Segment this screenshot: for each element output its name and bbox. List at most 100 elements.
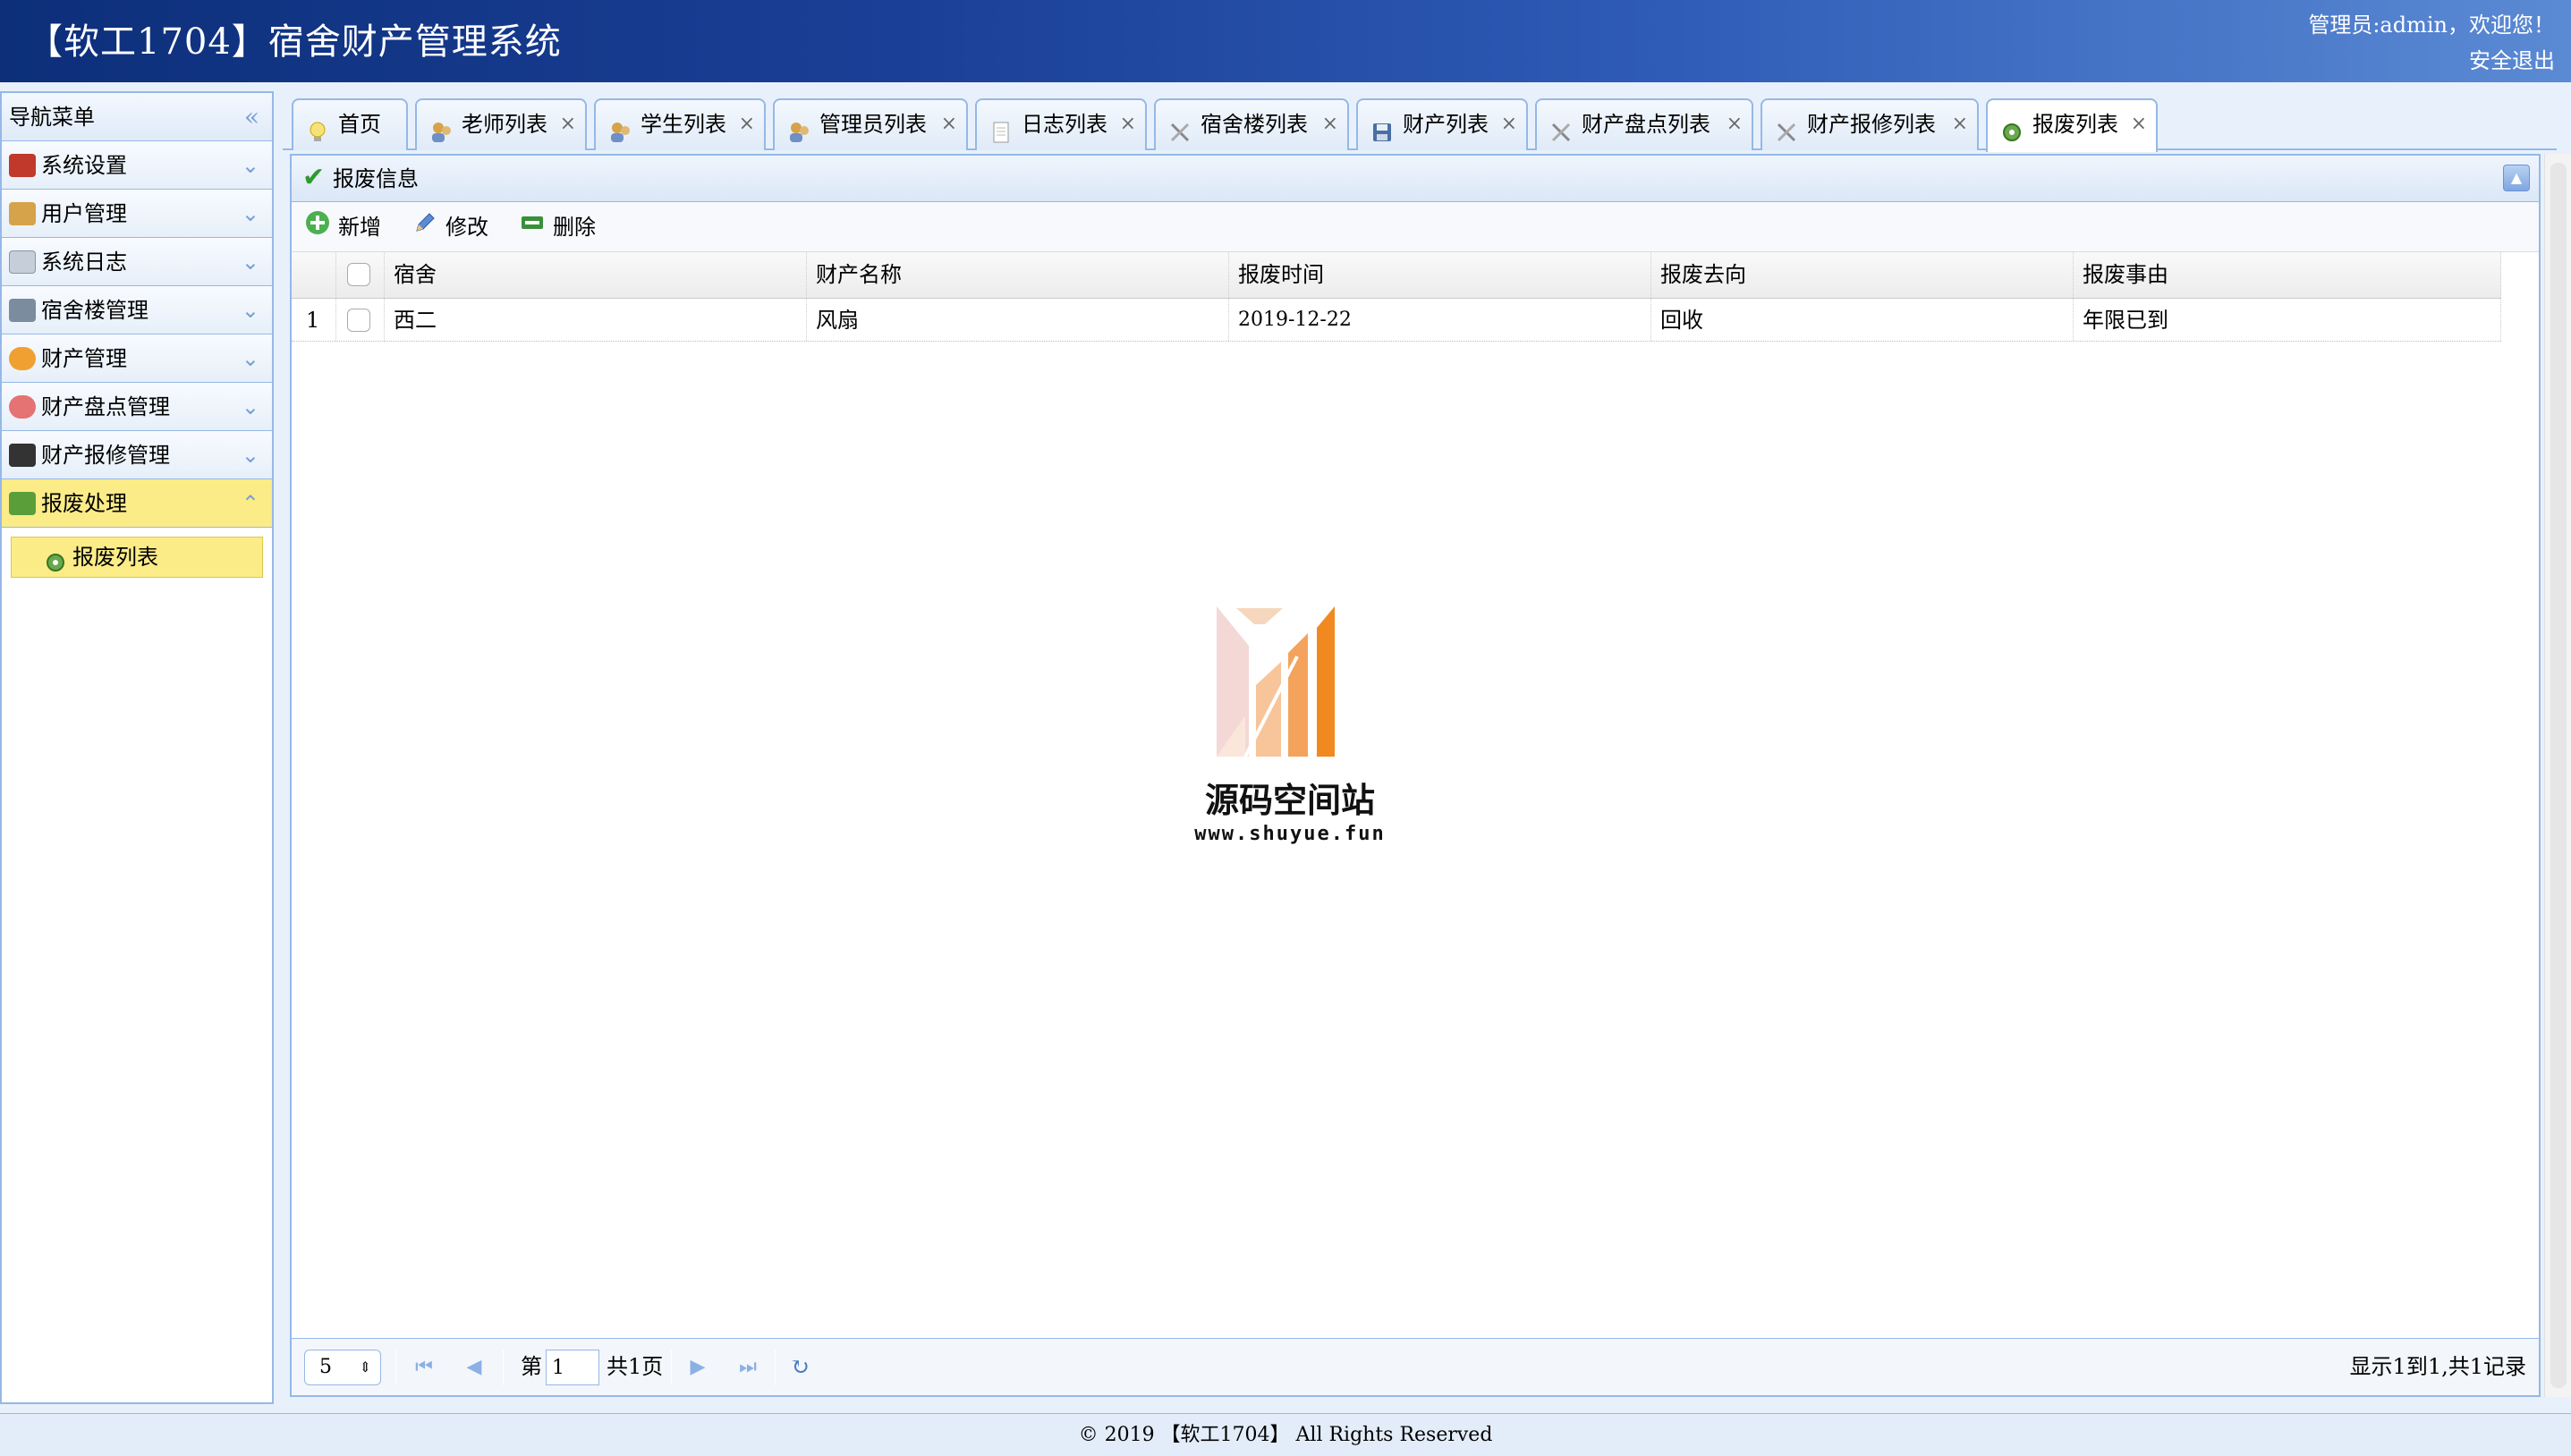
cell-scrap-direction: 回收 xyxy=(1651,299,2074,341)
check-icon: ✔ xyxy=(302,162,326,193)
cell-scrap-time: 2019-12-22 xyxy=(1229,299,1651,341)
table-row[interactable]: 1 西二 风扇 2019-12-22 回收 年限已到 xyxy=(292,299,2501,342)
sidebar-subitem-label: 报废列表 xyxy=(72,545,158,570)
scrollbar-thumb[interactable] xyxy=(2550,163,2567,1388)
close-icon[interactable]: × xyxy=(560,100,576,148)
tab-log-list[interactable]: 日志列表 × xyxy=(975,98,1147,150)
sidebar-header: 导航菜单 « xyxy=(2,93,272,141)
tab-label: 日志列表 xyxy=(1022,112,1107,137)
page-number-input[interactable] xyxy=(546,1350,599,1385)
sidebar-item-repair-management[interactable]: 财产报修管理 ⌄ xyxy=(2,431,272,479)
close-icon[interactable]: × xyxy=(739,100,755,148)
tools-icon xyxy=(1775,113,1798,142)
record-summary: 显示1到1,共1记录 xyxy=(2349,1354,2526,1379)
close-icon[interactable]: × xyxy=(1952,100,1968,148)
close-icon[interactable]: × xyxy=(1727,100,1743,148)
close-icon[interactable]: × xyxy=(941,100,957,148)
first-page-button[interactable]: ⏮ xyxy=(412,1355,437,1380)
users-icon xyxy=(429,113,453,142)
tab-property-list[interactable]: 财产列表 × xyxy=(1356,98,1528,150)
sidebar-item-inventory-management[interactable]: 财产盘点管理 ⌄ xyxy=(2,383,272,431)
column-header-scrap-reason[interactable]: 报废事由 xyxy=(2074,252,2501,298)
pager-separator xyxy=(671,1350,672,1385)
panel-collapse-button[interactable]: ▲ xyxy=(2503,165,2530,191)
edit-button[interactable]: 修改 xyxy=(412,202,488,252)
page-prefix: 第 xyxy=(521,1354,542,1379)
sidebar-item-building-management[interactable]: 宿舍楼管理 ⌄ xyxy=(2,286,272,334)
select-all-checkbox[interactable] xyxy=(347,262,370,286)
column-header-dorm[interactable]: 宿舍 xyxy=(385,252,807,298)
tab-repair-list[interactable]: 财产报修列表 × xyxy=(1761,98,1979,150)
scrap-panel: ✔ 报废信息 ▲ 新增 修改 删除 宿舍 财产名称 报废时间 报废去向 报废事由… xyxy=(290,154,2541,1397)
close-icon[interactable]: × xyxy=(2131,100,2147,148)
sidebar-item-user-management[interactable]: 用户管理 ⌄ xyxy=(2,190,272,238)
table-header: 宿舍 财产名称 报废时间 报废去向 报废事由 xyxy=(292,252,2501,299)
pager-separator xyxy=(503,1350,504,1385)
select-all-checkbox-cell xyxy=(336,252,385,298)
panel-title: 报废信息 xyxy=(333,166,419,191)
close-icon[interactable]: × xyxy=(1120,100,1136,148)
users-icon xyxy=(608,113,632,142)
chevron-down-icon: ⌄ xyxy=(241,201,259,226)
last-page-button[interactable]: ⏭ xyxy=(735,1355,760,1380)
chevron-down-icon: ⌄ xyxy=(241,443,259,468)
scrap-table: 宿舍 财产名称 报废时间 报废去向 报废事由 1 西二 风扇 2019-12-2… xyxy=(292,252,2501,342)
cell-property-name: 风扇 xyxy=(807,299,1229,341)
sidebar-title: 导航菜单 xyxy=(9,105,95,130)
chevron-down-icon: ⌄ xyxy=(241,250,259,275)
tab-inventory-list[interactable]: 财产盘点列表 × xyxy=(1535,98,1753,150)
column-header-property-name[interactable]: 财产名称 xyxy=(807,252,1229,298)
pager-separator xyxy=(395,1350,396,1385)
add-icon xyxy=(304,204,331,254)
sidebar-item-label: 财产报修管理 xyxy=(41,443,170,468)
tab-label: 财产盘点列表 xyxy=(1582,112,1710,137)
toolbar: 新增 修改 删除 xyxy=(292,202,2539,252)
refresh-icon[interactable]: ↻ xyxy=(787,1355,812,1380)
tab-label: 学生列表 xyxy=(641,112,726,137)
delete-icon xyxy=(519,204,546,254)
sidebar-item-label: 系统日志 xyxy=(41,250,127,275)
tab-building-list[interactable]: 宿舍楼列表 × xyxy=(1154,98,1349,150)
footer: © 2019 【软工1704】 All Rights Reserved xyxy=(0,1413,2571,1456)
chevron-up-icon: ⌃ xyxy=(241,491,259,516)
tab-admin-list[interactable]: 管理员列表 × xyxy=(773,98,968,150)
vertical-scrollbar[interactable] xyxy=(2544,154,2571,1397)
column-header-scrap-time[interactable]: 报废时间 xyxy=(1229,252,1651,298)
tab-home[interactable]: 首页 xyxy=(292,98,408,150)
chevron-down-icon: ⌄ xyxy=(241,394,259,419)
delete-button[interactable]: 删除 xyxy=(519,202,596,252)
tab-scrap-list[interactable]: 报废列表 × xyxy=(1986,98,2158,152)
log-icon xyxy=(9,250,36,274)
row-number-header xyxy=(292,252,336,298)
basket-icon xyxy=(9,492,36,515)
logout-link[interactable]: 安全退出 xyxy=(2469,43,2555,74)
pager-separator xyxy=(775,1350,776,1385)
sidebar-item-system-log[interactable]: 系统日志 ⌄ xyxy=(2,238,272,286)
pagination-bar: 5 ⇕ ⏮ ◀ 第 共1页 ▶ ⏭ ↻ 显示1到1,共1记录 xyxy=(292,1338,2539,1395)
edit-label: 修改 xyxy=(445,215,488,240)
sidebar-collapse-icon[interactable]: « xyxy=(244,93,259,141)
sidebar-item-scrap-processing[interactable]: 报废处理 ⌃ xyxy=(2,479,272,528)
sidebar-item-property-management[interactable]: 财产管理 ⌄ xyxy=(2,334,272,383)
page-size-select[interactable]: 5 ⇕ xyxy=(304,1350,381,1385)
chevron-down-icon: ⌄ xyxy=(241,298,259,323)
document-icon xyxy=(989,113,1013,143)
column-header-scrap-direction[interactable]: 报废去向 xyxy=(1651,252,2074,298)
app-title: 【软工1704】宿舍财产管理系统 xyxy=(27,21,562,63)
tab-teacher-list[interactable]: 老师列表 × xyxy=(415,98,587,150)
next-page-button[interactable]: ▶ xyxy=(685,1355,710,1380)
delete-label: 删除 xyxy=(553,215,596,240)
sidebar-item-system-settings[interactable]: 系统设置 ⌄ xyxy=(2,141,272,190)
watermark-logo xyxy=(1217,606,1335,758)
close-icon[interactable]: × xyxy=(1501,100,1517,148)
sidebar-subitem-scrap-list[interactable]: 报废列表 xyxy=(11,537,263,578)
tab-label: 财产报修列表 xyxy=(1807,112,1936,137)
cell-dorm: 西二 xyxy=(385,299,807,341)
row-checkbox[interactable] xyxy=(347,308,370,332)
add-button[interactable]: 新增 xyxy=(304,202,381,252)
prev-page-button[interactable]: ◀ xyxy=(462,1355,487,1380)
close-icon[interactable]: × xyxy=(1322,100,1338,148)
building-icon xyxy=(9,299,36,322)
tab-student-list[interactable]: 学生列表 × xyxy=(594,98,766,150)
page-size-value: 5 xyxy=(319,1356,332,1378)
